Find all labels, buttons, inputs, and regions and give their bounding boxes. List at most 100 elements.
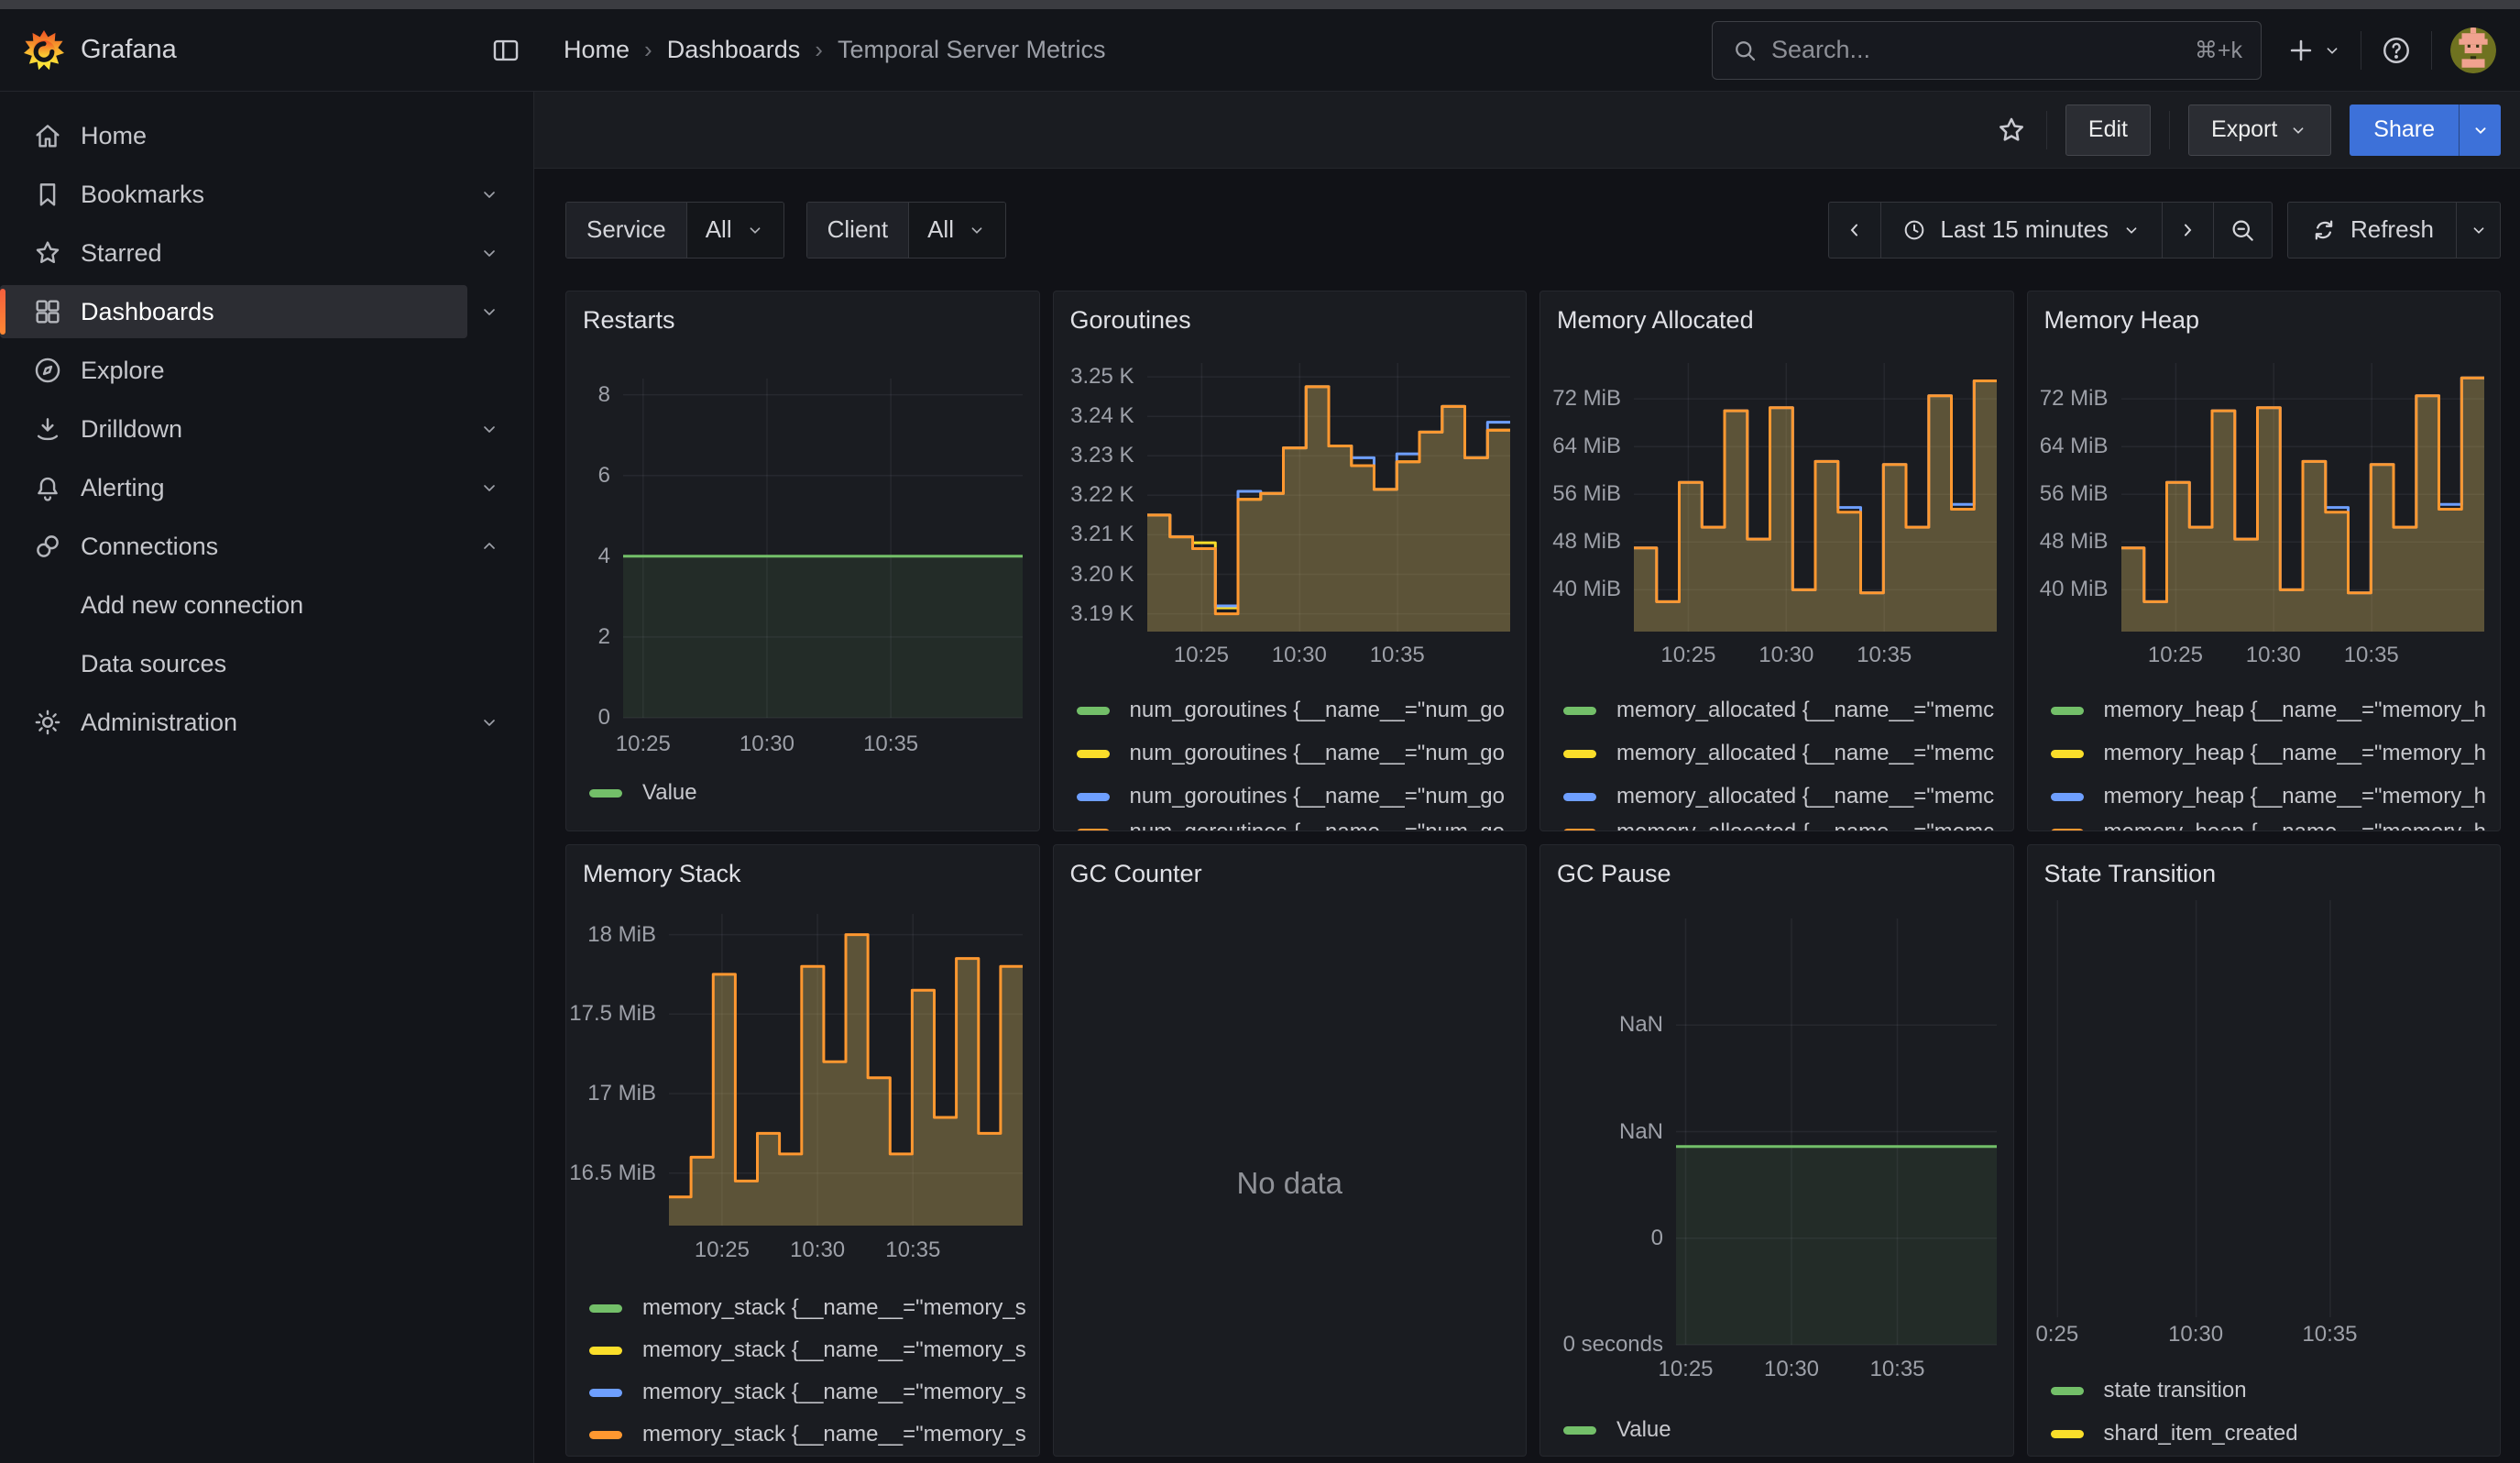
legend-label: memory_allocated {__name__="memc bbox=[1616, 820, 1994, 831]
chevron-down-icon[interactable] bbox=[478, 183, 500, 205]
panel-title[interactable]: Restarts bbox=[583, 306, 675, 335]
new-add-button[interactable] bbox=[2285, 35, 2342, 66]
search-box[interactable]: ⌘+k bbox=[1712, 21, 2262, 80]
x-axis-label: 10:30 bbox=[790, 1238, 845, 1263]
connections-icon bbox=[32, 531, 63, 562]
legend-color-swatch bbox=[2051, 707, 2084, 715]
time-controls: Last 15 minutes Refresh bbox=[1828, 202, 2501, 258]
zoom-out-icon[interactable] bbox=[2213, 203, 2272, 258]
chevron-down-icon[interactable] bbox=[478, 242, 500, 264]
sidebar-item-alerting[interactable]: Alerting bbox=[0, 458, 533, 517]
chart-canvas[interactable] bbox=[1676, 918, 1997, 1345]
legend-label: memory_stack {__name__="memory_s bbox=[642, 1337, 1026, 1363]
share-button[interactable]: Share bbox=[2350, 104, 2459, 156]
y-axis-label: 3.23 K bbox=[1054, 443, 1134, 468]
breadcrumb-current: Temporal Server Metrics bbox=[838, 36, 1106, 64]
chart-canvas[interactable] bbox=[2037, 900, 2492, 1317]
chevron-down-icon[interactable] bbox=[478, 418, 500, 440]
gear-icon bbox=[32, 707, 63, 738]
breadcrumb-home[interactable]: Home bbox=[564, 36, 630, 64]
legend-item[interactable]: state transition bbox=[2051, 1372, 2488, 1409]
legend-item[interactable]: num_goroutines {__name__="num_go bbox=[1077, 814, 1514, 831]
search-input[interactable] bbox=[1771, 36, 2184, 64]
dock-sidebar-icon[interactable] bbox=[490, 35, 521, 66]
gear-icon bbox=[32, 707, 63, 738]
panel-title[interactable]: State Transition bbox=[2044, 860, 2217, 888]
sidebar-item-explore[interactable]: Explore bbox=[0, 341, 533, 400]
help-icon[interactable] bbox=[2380, 34, 2413, 67]
y-axis-label: 17.5 MiB bbox=[566, 1001, 656, 1027]
chart-canvas[interactable] bbox=[2121, 363, 2484, 632]
panel-title[interactable]: Goroutines bbox=[1070, 306, 1191, 335]
panel-gc_counter: GC CounterNo data bbox=[1053, 844, 1528, 1457]
client-variable-value[interactable]: All bbox=[909, 203, 1005, 258]
legend-item[interactable]: memory_heap {__name__="memory_h bbox=[2051, 778, 2488, 815]
chevron-down-icon[interactable] bbox=[478, 301, 500, 323]
legend-item[interactable]: Value bbox=[589, 775, 1026, 811]
chevron-down-icon[interactable] bbox=[478, 711, 500, 733]
chevron-up-icon[interactable] bbox=[478, 535, 500, 557]
legend-item[interactable]: memory_heap {__name__="memory_h bbox=[2051, 735, 2488, 772]
x-axis-label: 10:35 bbox=[885, 1238, 940, 1263]
legend-item[interactable]: memory_heap {__name__="memory_h bbox=[2051, 692, 2488, 729]
chart-canvas[interactable] bbox=[669, 914, 1023, 1226]
legend-item[interactable]: memory_stack {__name__="memory_s bbox=[589, 1332, 1026, 1369]
sidebar-item-starred[interactable]: Starred bbox=[0, 224, 533, 282]
chevron-down-icon bbox=[967, 220, 987, 240]
bookmark-icon bbox=[32, 179, 63, 210]
panel-title[interactable]: Memory Heap bbox=[2044, 306, 2200, 335]
time-shift-back-button[interactable] bbox=[1829, 203, 1880, 258]
legend-item[interactable]: memory_allocated {__name__="memc bbox=[1563, 735, 2000, 772]
chart-canvas[interactable] bbox=[1147, 363, 1510, 632]
legend-item[interactable]: num_goroutines {__name__="num_go bbox=[1077, 692, 1514, 729]
legend-item[interactable]: memory_stack {__name__="memory_s bbox=[589, 1374, 1026, 1411]
panel-title[interactable]: GC Pause bbox=[1557, 860, 1671, 888]
legend-label: shard_item_created bbox=[2104, 1421, 2298, 1446]
grafana-logo-icon[interactable] bbox=[24, 28, 64, 72]
avatar[interactable] bbox=[2450, 28, 2496, 73]
sidebar-item-connections[interactable]: Connections bbox=[0, 517, 533, 576]
sidebar-item-drilldown[interactable]: Drilldown bbox=[0, 400, 533, 458]
legend-color-swatch bbox=[2051, 1430, 2084, 1438]
x-axis-label: 10:25 bbox=[2148, 643, 2203, 668]
legend-item[interactable]: memory_allocated {__name__="memc bbox=[1563, 814, 2000, 831]
panel-title[interactable]: Memory Stack bbox=[583, 860, 741, 888]
sidebar-item-add-new-connection[interactable]: Add new connection bbox=[0, 576, 533, 634]
sidebar-item-data-sources[interactable]: Data sources bbox=[0, 634, 533, 693]
grafana-app: Grafana Home › Dashboards › Temporal Ser… bbox=[0, 9, 2520, 1463]
export-button[interactable]: Export bbox=[2188, 104, 2331, 156]
legend-item[interactable]: memory_allocated {__name__="memc bbox=[1563, 692, 2000, 729]
sidebar-item-home[interactable]: Home bbox=[0, 106, 533, 165]
compass-icon bbox=[32, 355, 63, 386]
legend-label: memory_allocated {__name__="memc bbox=[1616, 784, 1994, 809]
time-shift-forward-button[interactable] bbox=[2162, 203, 2213, 258]
panel-title[interactable]: Memory Allocated bbox=[1557, 306, 1754, 335]
time-range-picker[interactable]: Last 15 minutes bbox=[1880, 203, 2162, 258]
legend-item[interactable]: num_goroutines {__name__="num_go bbox=[1077, 735, 1514, 772]
legend-color-swatch bbox=[1563, 793, 1596, 801]
legend-item[interactable]: num_goroutines {__name__="num_go bbox=[1077, 778, 1514, 815]
divider bbox=[2431, 31, 2432, 70]
legend-item[interactable]: shard_item_created bbox=[2051, 1415, 2488, 1452]
breadcrumb-dashboards[interactable]: Dashboards bbox=[667, 36, 801, 64]
refresh-interval-button[interactable] bbox=[2456, 203, 2500, 258]
service-variable-value[interactable]: All bbox=[687, 203, 783, 258]
x-axis-label: 10:30 bbox=[2246, 643, 2301, 668]
legend-item[interactable]: memory_stack {__name__="memory_s bbox=[589, 1290, 1026, 1326]
sidebar-item-bookmarks[interactable]: Bookmarks bbox=[0, 165, 533, 224]
chevron-down-icon[interactable] bbox=[478, 477, 500, 499]
chart-canvas[interactable] bbox=[1634, 363, 1997, 632]
legend-item[interactable]: Value bbox=[1563, 1412, 2000, 1448]
star-dashboard-icon[interactable] bbox=[1995, 114, 2028, 147]
sidebar-item-administration[interactable]: Administration bbox=[0, 693, 533, 752]
legend-item[interactable]: memory_allocated {__name__="memc bbox=[1563, 778, 2000, 815]
share-menu-button[interactable] bbox=[2459, 104, 2501, 156]
panel-title[interactable]: GC Counter bbox=[1070, 860, 1202, 888]
chart-canvas[interactable] bbox=[623, 379, 1023, 718]
sidebar-item-dashboards[interactable]: Dashboards bbox=[0, 282, 533, 341]
legend-label: memory_stack {__name__="memory_s bbox=[642, 1422, 1026, 1447]
legend-item[interactable]: memory_heap {__name__="memory_h bbox=[2051, 814, 2488, 831]
edit-button[interactable]: Edit bbox=[2065, 104, 2151, 156]
refresh-button[interactable]: Refresh bbox=[2288, 203, 2456, 258]
legend-item[interactable]: memory_stack {__name__="memory_s bbox=[589, 1416, 1026, 1453]
